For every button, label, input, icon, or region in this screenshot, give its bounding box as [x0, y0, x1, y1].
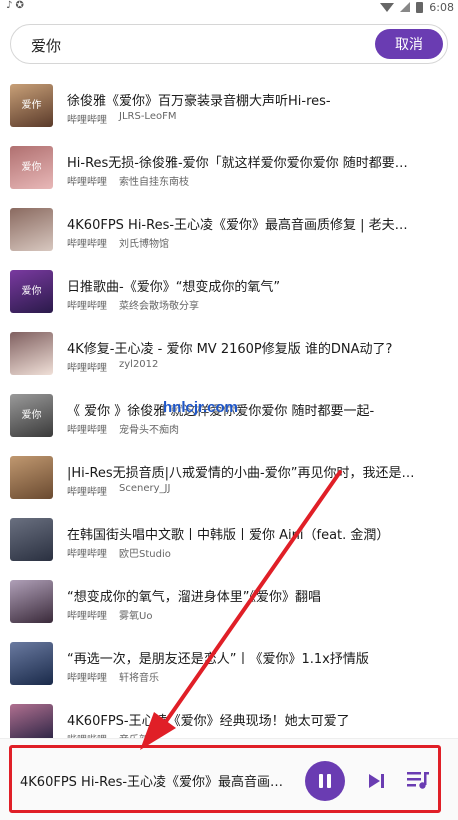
thumbnail-image [10, 456, 53, 499]
item-title[interactable]: 《 爱你 》徐俊雅 就这样爱你爱你爱你 随时都要一起- [67, 400, 439, 419]
video-thumbnail[interactable] [10, 580, 53, 623]
list-item[interactable]: “想变成你的氧气，溜进身体里”《爱你》翻唱哔哩哔哩 雾氧Uo [0, 572, 458, 634]
thumbnail-image [10, 580, 53, 623]
item-meta: 哔哩哔哩 Scenery_JJ [67, 483, 170, 498]
thumbnail-image [10, 642, 53, 685]
search-bar: 取消 [10, 24, 448, 64]
cancel-button[interactable]: 取消 [375, 29, 443, 59]
item-meta: 哔哩哔哩 轩将音乐 [67, 669, 159, 684]
thumbnail-text: 爱你 [21, 410, 42, 421]
item-uploader: 菜终会散场敬分享 [119, 301, 199, 312]
item-title[interactable]: |Hi-Res无损音质|八戒爱情的小曲-爱你”再见你时，我还是… [67, 462, 439, 481]
item-uploader: 轩将音乐 [119, 673, 159, 684]
item-uploader: 索性自挂东南枝 [119, 177, 189, 188]
item-meta: 哔哩哔哩 雾氧Uo [67, 607, 152, 622]
item-source: 哔哩哔哩 [67, 177, 107, 188]
list-item[interactable]: 爱作 徐俊雅《爱你》百万豪装录音棚大声听Hi-res- 哔哩哔哩 JLRS-LeoFM [0, 76, 458, 138]
thumbnail-image [10, 518, 53, 561]
signal-icon [400, 2, 411, 12]
notification-icons: ♪ ✪ [6, 0, 24, 11]
video-thumbnail[interactable]: 爱你 [10, 146, 53, 189]
item-title[interactable]: 4K60FPS-王心凌《爱你》经典现场！她太可爱了 [67, 710, 439, 729]
thumbnail-image [10, 332, 53, 375]
item-source: 哔哩哔哩 [67, 239, 107, 250]
item-uploader: 欧巴Studio [119, 549, 171, 560]
list-item[interactable]: |Hi-Res无损音质|八戒爱情的小曲-爱你”再见你时，我还是… 哔哩哔哩 Scen… [0, 448, 458, 510]
thumbnail-text: 爱作 [21, 100, 42, 111]
item-title[interactable]: 日推歌曲-《爱你》“想变成你的氧气” [67, 276, 439, 295]
video-thumbnail[interactable]: 爱作 [10, 84, 53, 127]
item-title[interactable]: 在韩国街头唱中文歌丨中韩版丨爱你 Aini（feat. 金潤） [67, 524, 439, 543]
list-item[interactable]: 4K60FPS Hi-Res-王心凌《爱你》最高音画质修复 | 老夫… 哔哩哔哩 刘… [0, 200, 458, 262]
item-uploader: 雾氧Uo [119, 611, 153, 622]
item-uploader: zyl2012 [119, 359, 159, 370]
video-thumbnail[interactable] [10, 518, 53, 561]
item-meta: 哔哩哔哩 JLRS-LeoFM [67, 111, 176, 126]
status-time: 6:08 [429, 0, 454, 14]
list-item[interactable]: 爱你 Hi-Res无损-徐俊雅-爱你「就这样爱你爱你爱你 随时都要… 哔哩哔哩 索性自… [0, 138, 458, 200]
item-title[interactable]: 4K60FPS Hi-Res-王心凌《爱你》最高音画质修复 | 老夫… [67, 214, 439, 233]
item-meta: 哔哩哔哩 索性自挂东南枝 [67, 173, 189, 188]
item-title[interactable]: 4K修复-王心凌 - 爱你 MV 2160P修复版 谁的DNA动了? [67, 338, 439, 357]
status-bar: ♪ ✪ 6:08 [0, 0, 458, 14]
video-thumbnail[interactable] [10, 208, 53, 251]
thumbnail-text: 爱你 [21, 162, 42, 173]
video-thumbnail[interactable] [10, 456, 53, 499]
list-item[interactable]: 4K修复-王心凌 - 爱你 MV 2160P修复版 谁的DNA动了? 哔哩哔哩 zy… [0, 324, 458, 386]
item-meta: 哔哩哔哩 欧巴Studio [67, 545, 171, 560]
item-title[interactable]: Hi-Res无损-徐俊雅-爱你「就这样爱你爱你爱你 随时都要… [67, 152, 439, 171]
item-source: 哔哩哔哩 [67, 673, 107, 684]
item-title[interactable]: “再选一次，是朋友还是恋人”丨《爱你》1.1x抒情版 [67, 648, 439, 667]
highlight-box [9, 745, 441, 813]
thumbnail-image [10, 208, 53, 251]
wifi-icon [380, 2, 395, 12]
item-meta: 哔哩哔哩 zyl2012 [67, 359, 158, 374]
battery-icon [416, 1, 424, 13]
item-source: 哔哩哔哩 [67, 549, 107, 560]
item-uploader: 刘氏博物馆 [119, 239, 169, 250]
item-source: 哔哩哔哩 [67, 301, 107, 312]
item-source: 哔哩哔哩 [67, 115, 107, 126]
list-item[interactable]: “再选一次，是朋友还是恋人”丨《爱你》1.1x抒情版哔哩哔哩 轩将音乐 [0, 634, 458, 696]
item-meta: 哔哩哔哩 刘氏博物馆 [67, 235, 169, 250]
item-uploader: JLRS-LeoFM [119, 111, 177, 122]
list-item[interactable]: 爱你 《 爱你 》徐俊雅 就这样爱你爱你爱你 随时都要一起- 哔哩哔哩 宠骨头不痴肉 [0, 386, 458, 448]
item-uploader: Scenery_JJ [119, 483, 171, 494]
video-thumbnail[interactable]: 爱你 [10, 394, 53, 437]
video-thumbnail[interactable] [10, 332, 53, 375]
video-thumbnail[interactable]: 爱你 [10, 270, 53, 313]
status-indicators: 6:08 [380, 0, 454, 14]
item-uploader: 宠骨头不痴肉 [119, 425, 179, 436]
item-source: 哔哩哔哩 [67, 487, 107, 498]
item-source: 哔哩哔哩 [67, 425, 107, 436]
item-source: 哔哩哔哩 [67, 611, 107, 622]
item-meta: 哔哩哔哩 宠骨头不痴肉 [67, 421, 179, 436]
video-thumbnail[interactable] [10, 642, 53, 685]
item-title[interactable]: “想变成你的氧气，溜进身体里”《爱你》翻唱 [67, 586, 439, 605]
item-title[interactable]: 徐俊雅《爱你》百万豪装录音棚大声听Hi-res- [67, 90, 439, 109]
list-item[interactable]: 爱你 日推歌曲-《爱你》“想变成你的氧气” 哔哩哔哩 菜终会散场敬分享 [0, 262, 458, 324]
list-item[interactable]: 在韩国街头唱中文歌丨中韩版丨爱你 Aini（feat. 金潤） 哔哩哔哩 欧巴Stu… [0, 510, 458, 572]
item-meta: 哔哩哔哩 菜终会散场敬分享 [67, 297, 199, 312]
search-input[interactable] [31, 34, 331, 56]
watermark: hnlcjr.com [163, 399, 239, 416]
item-source: 哔哩哔哩 [67, 363, 107, 374]
thumbnail-text: 爱你 [21, 286, 42, 297]
